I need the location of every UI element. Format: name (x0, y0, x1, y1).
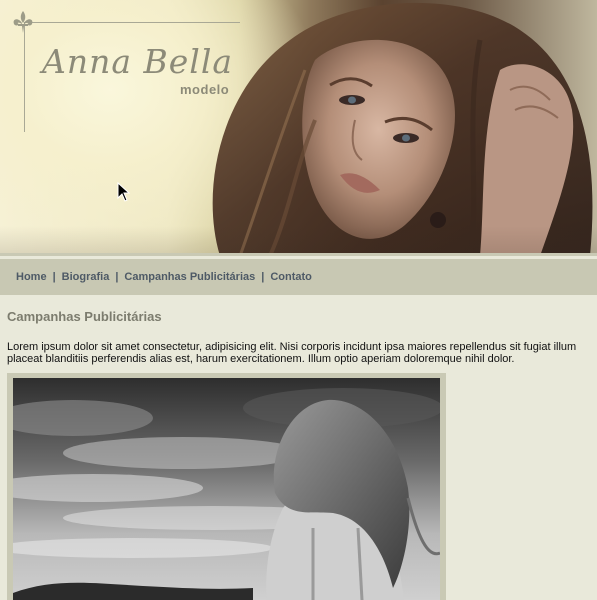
intro-paragraph: Lorem ipsum dolor sit amet consectetur, … (7, 341, 577, 365)
nav-item-biografia[interactable]: Biografia (62, 271, 110, 283)
logo-name: Anna Bella (42, 42, 234, 81)
campaign-photo-frame (7, 373, 446, 600)
mouse-cursor-icon (117, 182, 131, 202)
header-bottom-rule (0, 253, 597, 256)
logo-subtitle: modelo (180, 82, 230, 97)
nav-separator: | (115, 271, 119, 283)
main-navigation: Home | Biografia | Campanhas Publicitári… (0, 259, 597, 295)
logo-divider-vertical (24, 22, 25, 132)
campaign-photo (13, 378, 440, 600)
nav-item-contato[interactable]: Contato (270, 271, 312, 283)
site-header: Anna Bella modelo (0, 0, 597, 256)
page-title: Campanhas Publicitárias (7, 309, 162, 324)
nav-item-home[interactable]: Home (16, 271, 47, 283)
nav-separator: | (261, 271, 265, 283)
main-content: Campanhas Publicitárias Lorem ipsum dolo… (7, 309, 587, 600)
header-shade (0, 226, 597, 256)
nav-item-campanhas[interactable]: Campanhas Publicitárias (124, 271, 255, 283)
fleur-de-lis-icon (13, 11, 33, 33)
nav-separator: | (52, 271, 56, 283)
logo-divider-horizontal (24, 22, 240, 23)
page: Anna Bella modelo Home | Biografia | Cam… (0, 0, 597, 600)
hero-portrait-image (212, 2, 593, 256)
